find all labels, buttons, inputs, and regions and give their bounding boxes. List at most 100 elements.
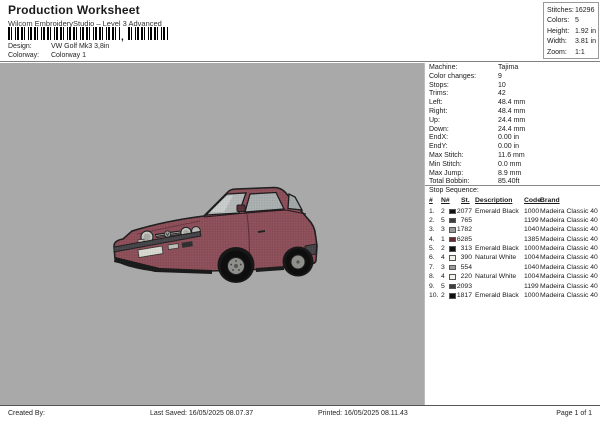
row-brand: Madeira Classic 40 [540,226,598,234]
colorway-label: Colorway: [8,52,40,59]
stop-sequence-table: # N# St. Description Code Brand 1. 2 2077 E… [425,196,600,300]
col-brand: Brand [540,197,560,204]
table-row: 1. 2 2077 Emerald Black 1000 Madeira Classic … [425,207,600,216]
row-brand: Madeira Classic 40 [540,263,598,271]
table-row: 4. 1 6285 1385 Madeira Classic 40 [425,235,600,244]
row-n: 2 [441,207,445,215]
row-brand: Madeira Classic 40 [540,282,598,290]
row-num: 8. [429,273,435,281]
row-description: Emerald Black [475,292,519,300]
max-jump-value: 8.9 mm [498,169,522,177]
row-brand: Madeira Classic 40 [540,273,598,281]
zoom-value: 1:1 [575,48,585,56]
car-front-lug-5 [230,263,233,266]
design-row: Design: VW Golf Mk3 3,8in [8,43,109,50]
row-num: 1. [429,207,435,215]
row-code: 1004 [524,273,540,281]
row-description: Emerald Black [475,245,519,253]
row-stitches: 1817 [456,292,472,300]
row-stitches: 220 [460,273,472,281]
row-num: 9. [429,282,435,290]
row-stitches: 2093 [456,282,472,290]
row-num: 3. [429,226,435,234]
stitches-value: 16296 [575,7,595,14]
row-num: 2. [429,216,435,224]
right-value: 48.4 mm [498,107,526,115]
row-brand: Madeira Classic 40 [540,235,598,243]
row-description: Natural White [475,273,517,281]
table-row: 6. 4 390 Natural White 1004 Madeira Classic 4… [425,253,600,262]
row-stitches: 554 [460,263,472,271]
row-code: 1199 [524,216,539,224]
up-value: 24.4 mm [498,116,526,124]
row-code: 1004 [524,254,540,262]
row-stitches: 765 [460,216,472,224]
row-brand: Madeira Classic 40 [540,254,598,262]
design-value: VW Golf Mk3 3,8in [50,43,110,50]
design-barcode: , [8,27,168,43]
row-stitches: 313 [460,245,472,253]
barcode-bars-right [127,27,168,40]
endx-label: EndX: [429,134,449,142]
created-by: Created By: [8,410,45,417]
table-row: 3. 3 1782 1040 Madeira Classic 40 [425,225,600,234]
row-code: 1000 [524,292,540,300]
table-row: 2. 5 765 1199 Madeira Classic 40 [425,216,600,225]
height-label: Height: [547,27,570,35]
col-st: St. [461,197,470,204]
color-changes-value: 9 [498,72,502,80]
car-front-lug-4 [232,269,234,271]
width-label: Width: [547,38,567,46]
car-front-lug-3 [238,269,240,271]
machine-info-panel: Machine: Tajima Color changes: 9 Stops: 10 … [424,63,600,405]
table-row: 5. 2 313 Emerald Black 1000 Madeira Classic 4… [425,244,600,253]
max-stitch-label: Max Stitch: [429,151,464,159]
min-stitch-value: 0.0 mm [498,160,522,168]
row-description: Natural White [475,254,517,262]
row-brand: Madeira Classic 40 [540,292,598,300]
colorway-row: Colorway: Colorway 1 [8,52,86,59]
endy-label: EndY: [429,143,448,151]
row-num: 6. [429,254,435,262]
colors-label: Colors: [547,17,570,25]
row-code: 1000 [524,207,540,215]
row-stitches: 2077 [456,207,472,215]
row-code: 1040 [524,263,540,271]
row-num: 4. [429,235,435,243]
row-n: 2 [441,245,445,253]
stop-sequence-header-row: # N# St. Description Code Brand [425,196,600,207]
design-preview-car [113,186,318,283]
down-value: 24.4 mm [498,125,526,133]
height-value: 1.92 in [575,27,597,35]
page-title: Production Worksheet [8,3,140,17]
down-label: Down: [429,125,449,133]
row-code: 1000 [524,245,540,253]
endy-value: 0.00 in [498,143,520,151]
trims-value: 42 [498,90,506,98]
width-value: 3.81 in [575,38,597,46]
trims-label: Trims: [429,90,449,98]
production-worksheet-page: Production Worksheet Wilcom EmbroiderySt… [0,0,600,424]
row-num: 7. [429,263,435,271]
printed-timestamp: Printed: 16/05/2025 08.11.43 [318,410,408,417]
page-number: Page 1 of 1 [556,410,592,417]
colorway-value: Colorway 1 [50,52,86,59]
endx-value: 0.00 in [498,134,520,142]
row-code: 1040 [524,226,540,234]
max-jump-label: Max Jump: [429,169,464,177]
design-canvas [0,63,424,405]
car-front-hub-center [234,264,238,268]
row-brand: Madeira Classic 40 [540,245,598,253]
zoom-label: Zoom: [547,48,567,56]
row-brand: Madeira Classic 40 [540,207,598,215]
colors-value: 5 [575,17,579,25]
row-n: 3 [441,263,445,271]
max-stitch-value: 11.6 mm [498,151,525,159]
col-description: Description [475,197,513,204]
car-front-lug-2 [239,263,242,266]
col-n: N# [441,197,450,204]
worksheet-footer: Created By: Last Saved: 16/05/2025 08.07… [0,405,600,424]
min-stitch-label: Min Stitch: [429,160,462,168]
table-row: 9. 5 2093 1199 Madeira Classic 40 [425,282,600,291]
left-value: 48.4 mm [498,99,526,107]
